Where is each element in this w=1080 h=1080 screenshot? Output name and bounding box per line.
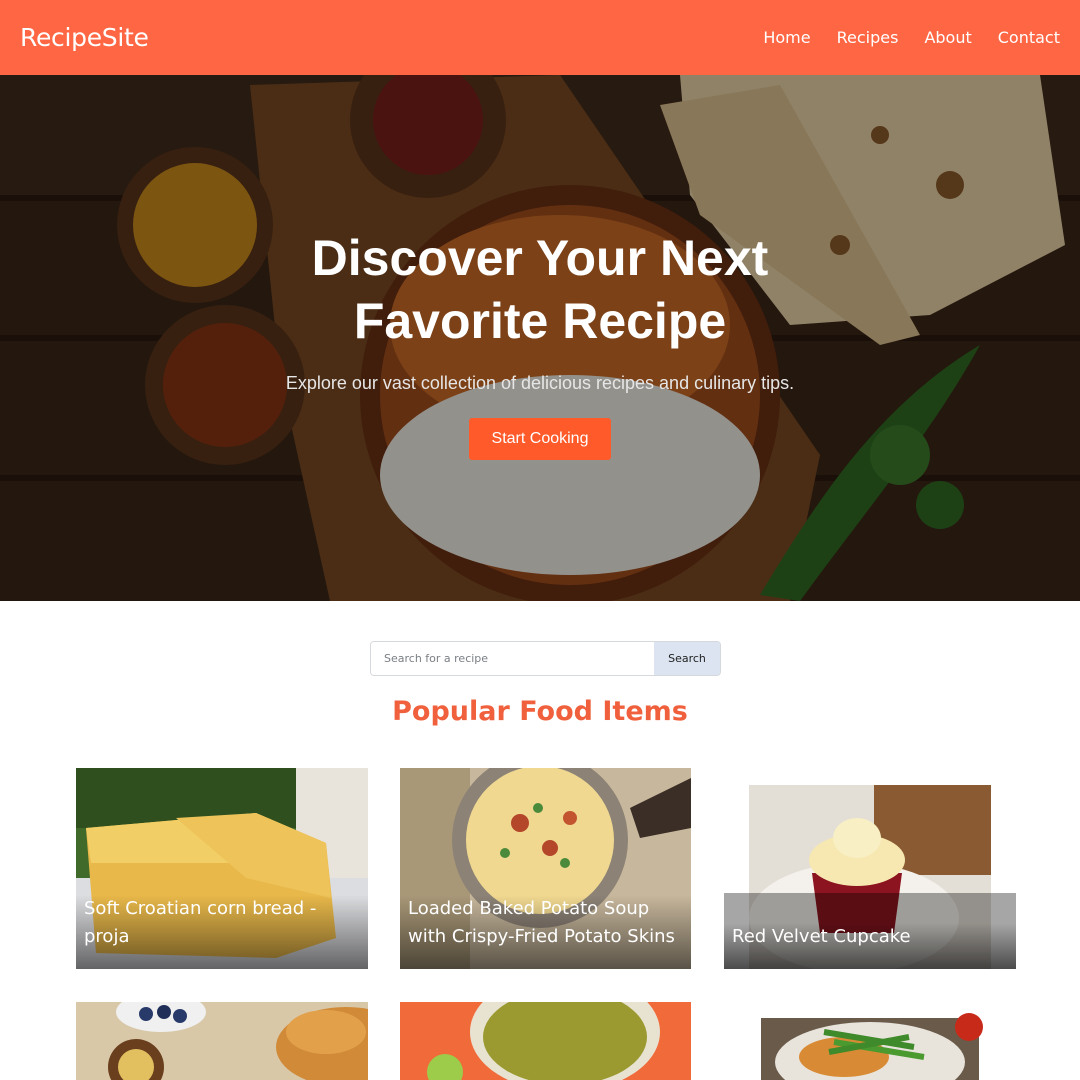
hero-subtitle: Explore our vast collection of delicious… (285, 373, 795, 393)
card-title: Soft Croatian corn bread - proja (76, 895, 368, 969)
recipe-card[interactable] (724, 1002, 1016, 1080)
main-nav: Home Recipes About Contact (763, 28, 1060, 47)
hero-banner: Discover Your Next Favorite Recipe Explo… (0, 75, 1080, 601)
hero-content: Discover Your Next Favorite Recipe Explo… (0, 75, 1080, 601)
card-title: Loaded Baked Potato Soup with Crispy-Fri… (400, 895, 691, 969)
nav-home[interactable]: Home (763, 28, 810, 47)
green-soup-image (400, 1002, 691, 1080)
green-beans-image (724, 1002, 1016, 1080)
popular-section-title: Popular Food Items (392, 696, 688, 727)
search-input[interactable] (371, 642, 654, 675)
nav-recipes[interactable]: Recipes (837, 28, 899, 47)
hero-title: Discover Your Next Favorite Recipe (311, 230, 769, 349)
card-title: Red Velvet Cupcake (724, 923, 1016, 969)
recipe-card[interactable]: Red Velvet Cupcake (724, 768, 1016, 969)
recipe-card[interactable] (76, 1002, 368, 1080)
recipe-card[interactable] (400, 1002, 691, 1080)
nav-about[interactable]: About (924, 28, 971, 47)
site-logo[interactable]: RecipeSite (20, 23, 149, 52)
start-cooking-button[interactable]: Start Cooking (469, 418, 611, 460)
pastries-image (76, 1002, 368, 1080)
navbar: RecipeSite Home Recipes About Contact (0, 0, 1080, 75)
search-button[interactable]: Search (654, 642, 720, 675)
recipe-card[interactable]: Loaded Baked Potato Soup with Crispy-Fri… (400, 768, 691, 969)
recipe-search-bar: Search (370, 641, 721, 676)
recipe-card[interactable]: Soft Croatian corn bread - proja (76, 768, 368, 969)
nav-contact[interactable]: Contact (998, 28, 1060, 47)
